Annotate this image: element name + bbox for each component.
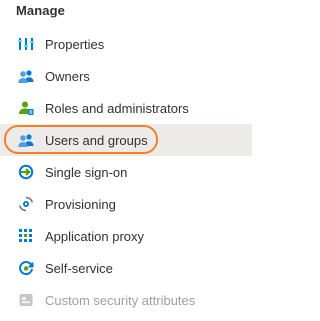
menu-item-label: Owners xyxy=(45,68,90,84)
menu-item-provisioning[interactable]: Provisioning xyxy=(0,188,252,220)
menu-item-label: Single sign-on xyxy=(45,164,128,180)
custom-attributes-icon xyxy=(18,292,34,308)
menu-item-label: Roles and administrators xyxy=(45,100,189,116)
menu-item-label: Application proxy xyxy=(45,228,144,244)
menu-item-label: Self-service xyxy=(45,260,113,276)
sso-icon xyxy=(18,164,34,180)
menu-item-owners[interactable]: Owners xyxy=(0,60,252,92)
menu-item-single-sign-on[interactable]: Single sign-on xyxy=(0,156,252,188)
roles-icon xyxy=(18,100,34,116)
menu-item-roles[interactable]: Roles and administrators xyxy=(0,92,252,124)
menu-item-label: Users and groups xyxy=(45,132,148,148)
menu-item-label: Provisioning xyxy=(45,196,116,212)
section-heading: Manage xyxy=(16,3,66,18)
users-groups-icon xyxy=(18,132,34,148)
provisioning-icon xyxy=(18,196,34,212)
properties-icon xyxy=(18,36,34,52)
menu-item-custom-security-attributes[interactable]: Custom security attributes xyxy=(0,284,252,316)
owners-icon xyxy=(18,68,34,84)
menu-item-label: Custom security attributes xyxy=(45,292,196,308)
menu-item-users-and-groups[interactable]: Users and groups xyxy=(0,124,252,156)
menu-item-properties[interactable]: Properties xyxy=(0,28,252,60)
app-proxy-icon xyxy=(18,228,34,244)
menu-item-application-proxy[interactable]: Application proxy xyxy=(0,220,252,252)
self-service-icon xyxy=(18,260,34,276)
menu-item-label: Properties xyxy=(45,36,105,52)
menu-item-self-service[interactable]: Self-service xyxy=(0,252,252,284)
manage-menu: Properties Owners Roles and administrato… xyxy=(0,28,252,316)
